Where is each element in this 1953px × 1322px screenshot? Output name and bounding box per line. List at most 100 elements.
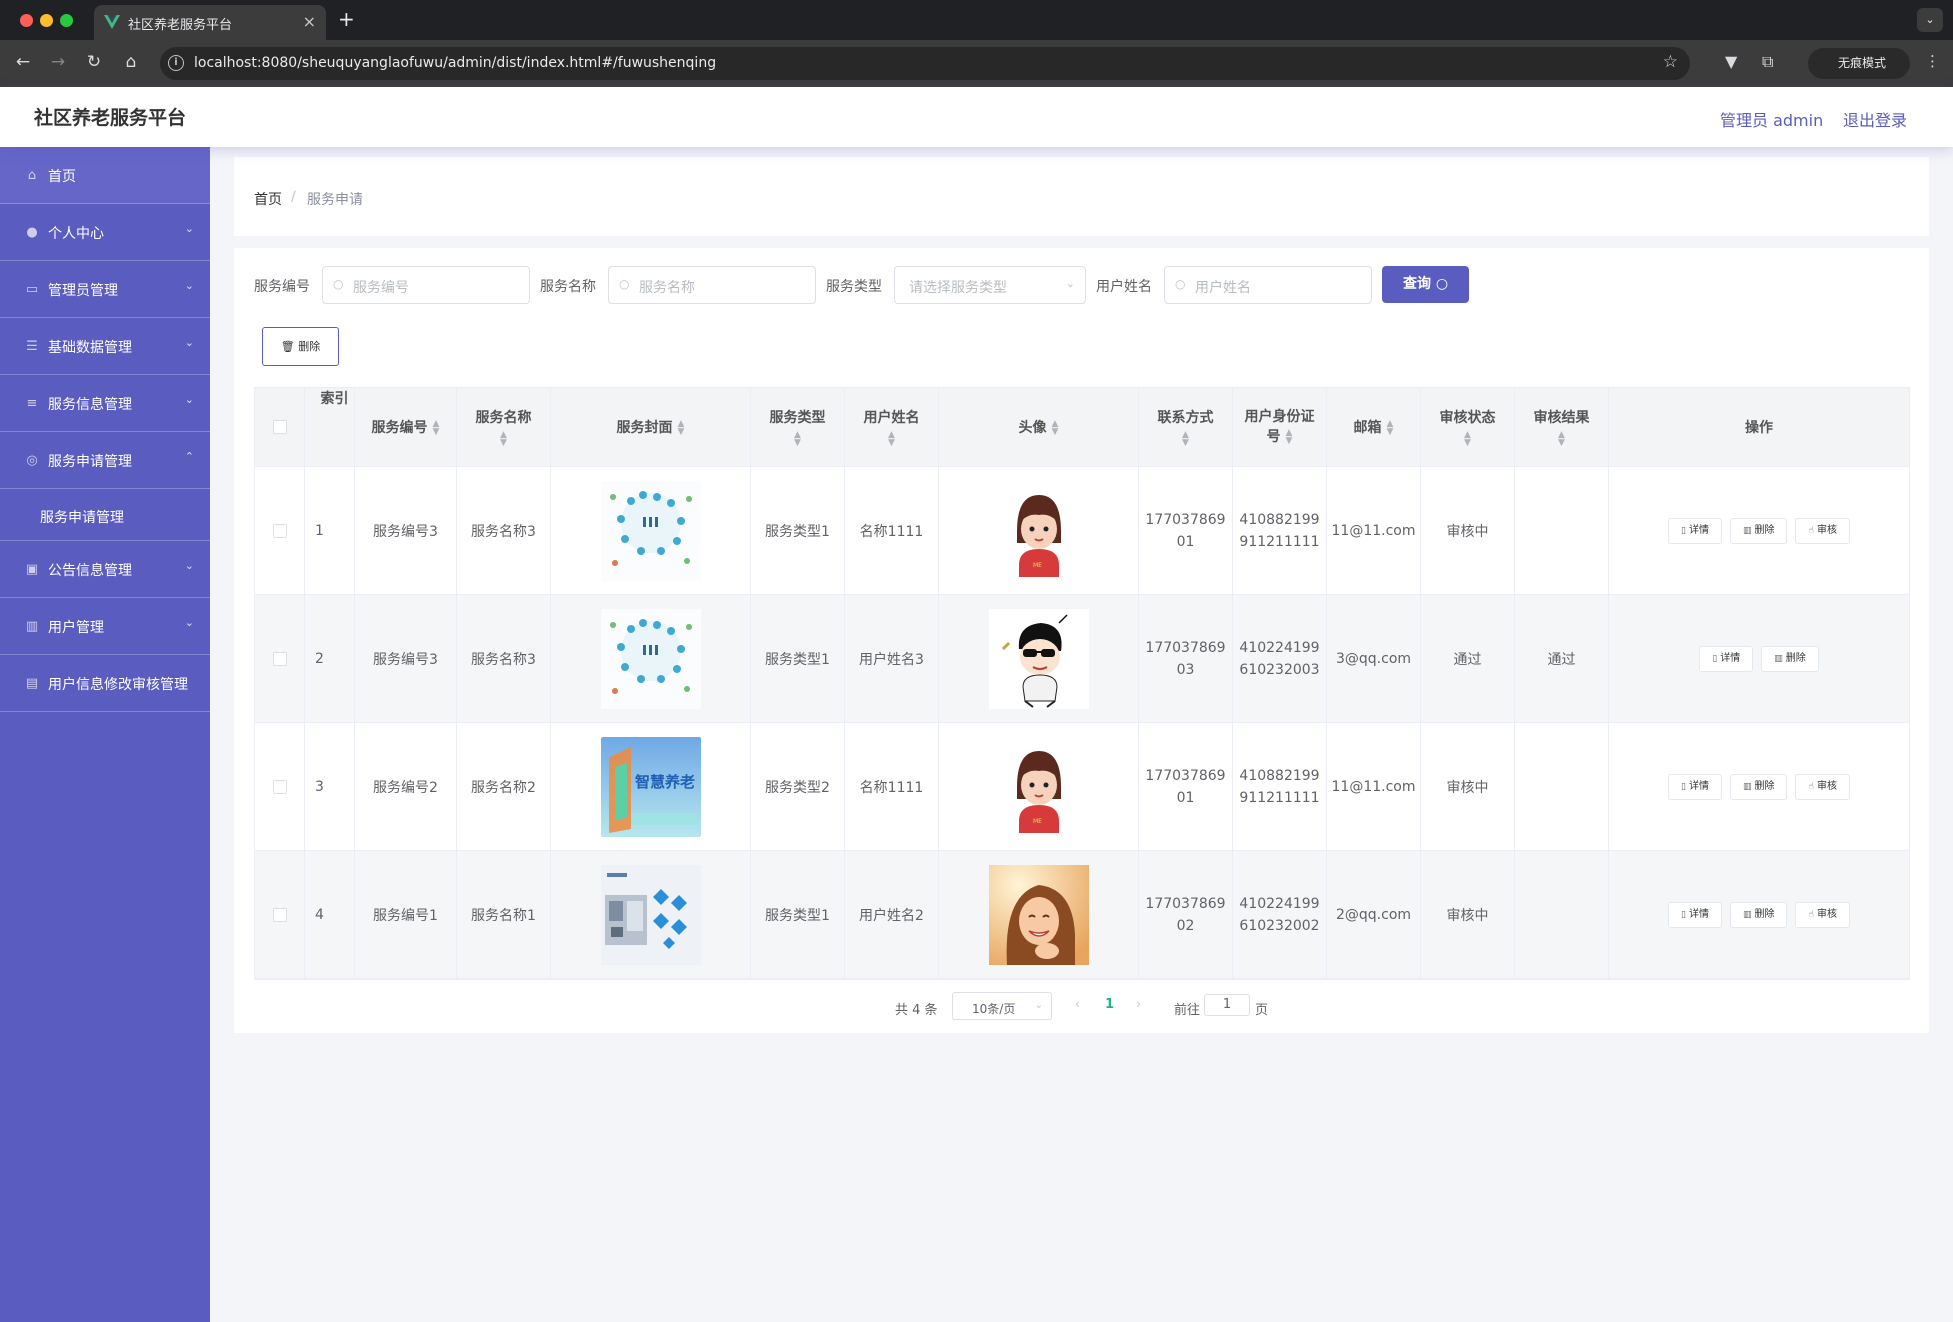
- browser-menu-icon[interactable]: ⋮: [1925, 52, 1940, 70]
- sort-icon[interactable]: ▲ ▼: [1558, 430, 1565, 447]
- incognito-badge[interactable]: 无痕模式: [1808, 48, 1910, 79]
- breadcrumb-home[interactable]: 首页: [254, 189, 282, 209]
- cell-index: 1: [305, 467, 355, 594]
- row-checkbox[interactable]: [272, 651, 287, 666]
- detail-button[interactable]: ▯ 详情: [1668, 901, 1722, 928]
- extensions-puzzle-icon[interactable]: ⧉: [1762, 52, 1773, 72]
- select-all-checkbox[interactable]: [272, 420, 287, 434]
- row-checkbox[interactable]: [272, 779, 287, 794]
- goto-page-input[interactable]: 1: [1204, 994, 1250, 1016]
- avatar-cartoon-boy[interactable]: [988, 608, 1089, 709]
- service-no-input[interactable]: ○ 服务编号: [322, 266, 530, 304]
- address-bar[interactable]: i localhost:8080/sheuquyanglaofuwu/admin…: [160, 47, 1690, 80]
- reload-icon[interactable]: ↻: [83, 52, 105, 72]
- monitor-icon: ▭: [25, 282, 39, 297]
- query-button[interactable]: 查询 ○: [1382, 266, 1469, 303]
- new-tab-button[interactable]: +: [338, 7, 355, 31]
- prev-page-icon[interactable]: ‹: [1075, 997, 1080, 1011]
- next-page-icon[interactable]: ›: [1136, 997, 1141, 1011]
- window-minimize-button[interactable]: [40, 14, 53, 27]
- delete-button[interactable]: ▥ 删除: [1761, 645, 1819, 672]
- forward-icon[interactable]: →: [47, 52, 69, 72]
- header-service-no[interactable]: 服务编号 ▲ ▼: [355, 388, 457, 466]
- header-audit-result[interactable]: 审核结果 ▲ ▼: [1515, 388, 1609, 466]
- batch-delete-button[interactable]: 🗑 删除: [262, 327, 339, 366]
- app-title: 社区养老服务平台: [34, 107, 187, 129]
- user-name-input[interactable]: ○ 用户姓名: [1164, 266, 1372, 304]
- detail-button[interactable]: ▯ 详情: [1699, 645, 1754, 672]
- cover-image-people-network[interactable]: [600, 480, 701, 581]
- sidebar-item-personal-center[interactable]: ● 个人中心 ⌄: [0, 204, 210, 261]
- vue-logo-icon: [104, 15, 120, 29]
- header-email[interactable]: 邮箱 ▲ ▼: [1327, 388, 1421, 466]
- sidebar-subitem-service-application[interactable]: 服务申请管理: [0, 489, 210, 541]
- sidebar-item-user-info-audit[interactable]: ▤ 用户信息修改审核管理: [0, 655, 210, 712]
- cover-image-room-diamonds[interactable]: [600, 864, 701, 965]
- sort-icon[interactable]: ▲ ▼: [1052, 420, 1059, 437]
- window-maximize-button[interactable]: [60, 14, 73, 27]
- avatar-cartoon-girl[interactable]: ME: [988, 736, 1089, 837]
- cell-index: 3: [305, 723, 355, 850]
- goto-label: 前往: [1174, 1003, 1201, 1018]
- sort-icon[interactable]: ▲ ▼: [1286, 429, 1293, 446]
- detail-button[interactable]: ▯ 详情: [1668, 773, 1722, 800]
- cover-image-people-network[interactable]: [600, 608, 701, 709]
- header-phone[interactable]: 联系方式 ▲ ▼: [1139, 388, 1233, 466]
- delete-button[interactable]: ▥ 删除: [1729, 517, 1788, 544]
- tab-close-icon[interactable]: ×: [303, 12, 316, 31]
- cover-image-smart-elderly-care[interactable]: 智慧养老: [600, 736, 701, 837]
- sidebar-item-service-info[interactable]: ≡ 服务信息管理 ⌄: [0, 375, 210, 432]
- cell-cover: 智慧养老: [551, 723, 751, 850]
- detail-button[interactable]: ▯ 详情: [1668, 517, 1722, 544]
- header-service-name[interactable]: 服务名称 ▲ ▼: [457, 388, 551, 466]
- header-cover[interactable]: 服务封面 ▲ ▼: [551, 388, 751, 466]
- sidebar-item-admin-management[interactable]: ▭ 管理员管理 ⌄: [0, 261, 210, 318]
- avatar-cartoon-girl[interactable]: ME: [988, 480, 1089, 581]
- service-type-select[interactable]: 请选择服务类型 ⌄: [894, 266, 1086, 304]
- header-audit-status[interactable]: 审核状态 ▲ ▼: [1421, 388, 1515, 466]
- url-text[interactable]: localhost:8080/sheuquyanglaofuwu/admin/d…: [194, 55, 716, 71]
- extension-v-icon[interactable]: ▼: [1725, 52, 1737, 71]
- sort-icon[interactable]: ▲ ▼: [794, 430, 801, 447]
- delete-button[interactable]: ▥ 删除: [1729, 901, 1788, 928]
- sidebar-item-home[interactable]: ⌂ 首页: [0, 147, 210, 204]
- audit-button[interactable]: ☝ 审核: [1795, 901, 1850, 928]
- id-line2: 610232003: [1239, 661, 1320, 678]
- row-checkbox[interactable]: [272, 907, 287, 922]
- back-icon[interactable]: ←: [12, 52, 34, 72]
- page-number-current[interactable]: 1: [1105, 997, 1114, 1012]
- audit-button[interactable]: ☝ 审核: [1795, 517, 1850, 544]
- sort-icon[interactable]: ▲ ▼: [500, 430, 507, 447]
- cell-index: 4: [305, 851, 355, 978]
- bookmark-star-icon[interactable]: ☆: [1663, 52, 1678, 72]
- sidebar-item-service-application[interactable]: ◎ 服务申请管理 ⌃: [0, 432, 210, 489]
- avatar-smiling-woman[interactable]: [988, 864, 1089, 965]
- home-nav-icon[interactable]: ⌂: [120, 52, 142, 72]
- delete-button[interactable]: ▥ 删除: [1729, 773, 1788, 800]
- header-service-type[interactable]: 服务类型 ▲ ▼: [751, 388, 845, 466]
- header-user-name[interactable]: 用户姓名 ▲ ▼: [845, 388, 939, 466]
- tab-search-button[interactable]: ⌄: [1917, 8, 1943, 32]
- window-close-button[interactable]: [20, 14, 33, 27]
- sort-icon[interactable]: ▲ ▼: [678, 420, 685, 437]
- page-size-select[interactable]: 10条/页 ⌄: [952, 992, 1052, 1020]
- browser-tab[interactable]: 社区养老服务平台 ×: [94, 5, 326, 40]
- header-id-card[interactable]: 用户身份证号 ▲ ▼: [1233, 388, 1327, 466]
- sidebar-item-announcements[interactable]: ▣ 公告信息管理 ⌄: [0, 541, 210, 598]
- delete-label: 删除: [1754, 908, 1775, 920]
- sort-icon[interactable]: ▲ ▼: [1387, 420, 1394, 437]
- logout-link[interactable]: 退出登录: [1843, 107, 1907, 131]
- service-name-input[interactable]: ○ 服务名称: [608, 266, 816, 304]
- sort-icon[interactable]: ▲ ▼: [1464, 430, 1471, 447]
- site-info-icon[interactable]: i: [168, 55, 184, 71]
- row-checkbox[interactable]: [272, 523, 287, 538]
- sort-icon[interactable]: ▲ ▼: [433, 420, 440, 437]
- sort-icon[interactable]: ▲ ▼: [888, 430, 895, 447]
- sidebar-item-basic-data[interactable]: ☰ 基础数据管理 ⌄: [0, 318, 210, 375]
- thumbs-up-icon: ☝: [1808, 525, 1814, 536]
- sidebar-item-user-management[interactable]: ▥ 用户管理 ⌄: [0, 598, 210, 655]
- phone-line2: 03: [1176, 661, 1195, 678]
- header-avatar[interactable]: 头像 ▲ ▼: [939, 388, 1139, 466]
- audit-button[interactable]: ☝ 审核: [1795, 773, 1850, 800]
- sort-icon[interactable]: ▲ ▼: [1182, 430, 1189, 447]
